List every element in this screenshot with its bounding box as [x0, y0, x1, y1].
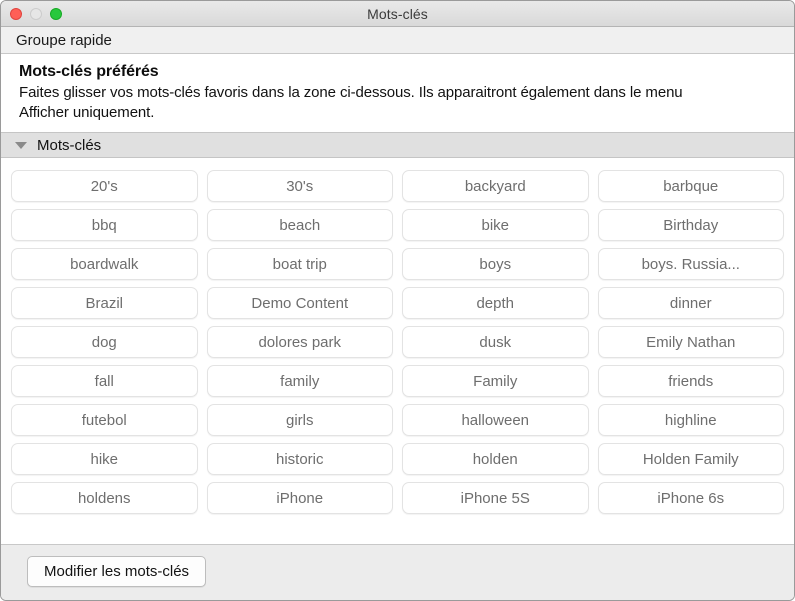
zoom-button[interactable]: [50, 7, 62, 20]
keyword-button[interactable]: Holden Family: [597, 443, 784, 475]
keyword-button[interactable]: futebol: [11, 404, 198, 436]
keyword-button[interactable]: boys: [402, 248, 589, 280]
keyword-button[interactable]: iPhone 6s: [597, 482, 784, 514]
edit-keywords-button[interactable]: Modifier les mots-clés: [27, 556, 207, 587]
keyword-button[interactable]: barbque: [597, 170, 784, 202]
keyword-button[interactable]: dusk: [402, 326, 589, 358]
quick-group-label: Groupe rapide: [16, 31, 112, 49]
keyword-button[interactable]: dinner: [597, 287, 784, 319]
keyword-button[interactable]: beach: [206, 209, 393, 241]
keyword-button[interactable]: 30's: [206, 170, 393, 202]
window-controls: [10, 7, 62, 20]
keyword-button[interactable]: historic: [206, 443, 393, 475]
keyword-button[interactable]: bbq: [11, 209, 198, 241]
title-bar: Mots-clés: [1, 1, 794, 27]
keywords-area: 20's 30's backyard barbque bbq beach bike Birth…: [1, 158, 794, 544]
keyword-button[interactable]: halloween: [402, 404, 589, 436]
keyword-button[interactable]: Family: [402, 365, 589, 397]
keyword-button[interactable]: boys. Russia...: [597, 248, 784, 280]
keywords-window: Mots-clés Groupe rapide Mots-clés préfér…: [0, 0, 795, 601]
keyword-button[interactable]: Birthday: [597, 209, 784, 241]
quick-group-bar: Groupe rapide: [1, 27, 794, 54]
keyword-button[interactable]: holden: [402, 443, 589, 475]
keyword-button[interactable]: dog: [11, 326, 198, 358]
description-block: Mots-clés préférés Faites glisser vos mo…: [1, 54, 794, 132]
keyword-button[interactable]: bike: [402, 209, 589, 241]
triangle-down-icon[interactable]: [15, 141, 27, 149]
keyword-button[interactable]: boat trip: [206, 248, 393, 280]
close-button[interactable]: [10, 7, 22, 20]
keyword-button[interactable]: girls: [206, 404, 393, 436]
description-body: Faites glisser vos mots-clés favoris dan…: [19, 84, 683, 121]
keyword-button[interactable]: dolores park: [206, 326, 393, 358]
keyword-button[interactable]: hike: [11, 443, 198, 475]
keywords-section-header[interactable]: Mots-clés: [1, 132, 794, 158]
keyword-button[interactable]: iPhone: [206, 482, 393, 514]
keyword-button[interactable]: Emily Nathan: [597, 326, 784, 358]
footer-bar: Modifier les mots-clés: [1, 544, 794, 600]
keyword-button[interactable]: holdens: [11, 482, 198, 514]
keyword-button[interactable]: family: [206, 365, 393, 397]
keyword-button[interactable]: friends: [597, 365, 784, 397]
description-heading: Mots-clés préférés: [19, 63, 159, 80]
minimize-button[interactable]: [30, 7, 42, 20]
keyword-button[interactable]: Demo Content: [206, 287, 393, 319]
keyword-grid: 20's 30's backyard barbque bbq beach bike Birth…: [11, 170, 784, 514]
keyword-button[interactable]: 20's: [11, 170, 198, 202]
keyword-button[interactable]: fall: [11, 365, 198, 397]
keywords-section-title: Mots-clés: [37, 136, 102, 154]
keyword-button[interactable]: Brazil: [11, 287, 198, 319]
keyword-button[interactable]: highline: [597, 404, 784, 436]
keyword-button[interactable]: boardwalk: [11, 248, 198, 280]
window-title: Mots-clés: [367, 5, 428, 22]
keyword-button[interactable]: depth: [402, 287, 589, 319]
keyword-button[interactable]: backyard: [402, 170, 589, 202]
keyword-button[interactable]: iPhone 5S: [402, 482, 589, 514]
